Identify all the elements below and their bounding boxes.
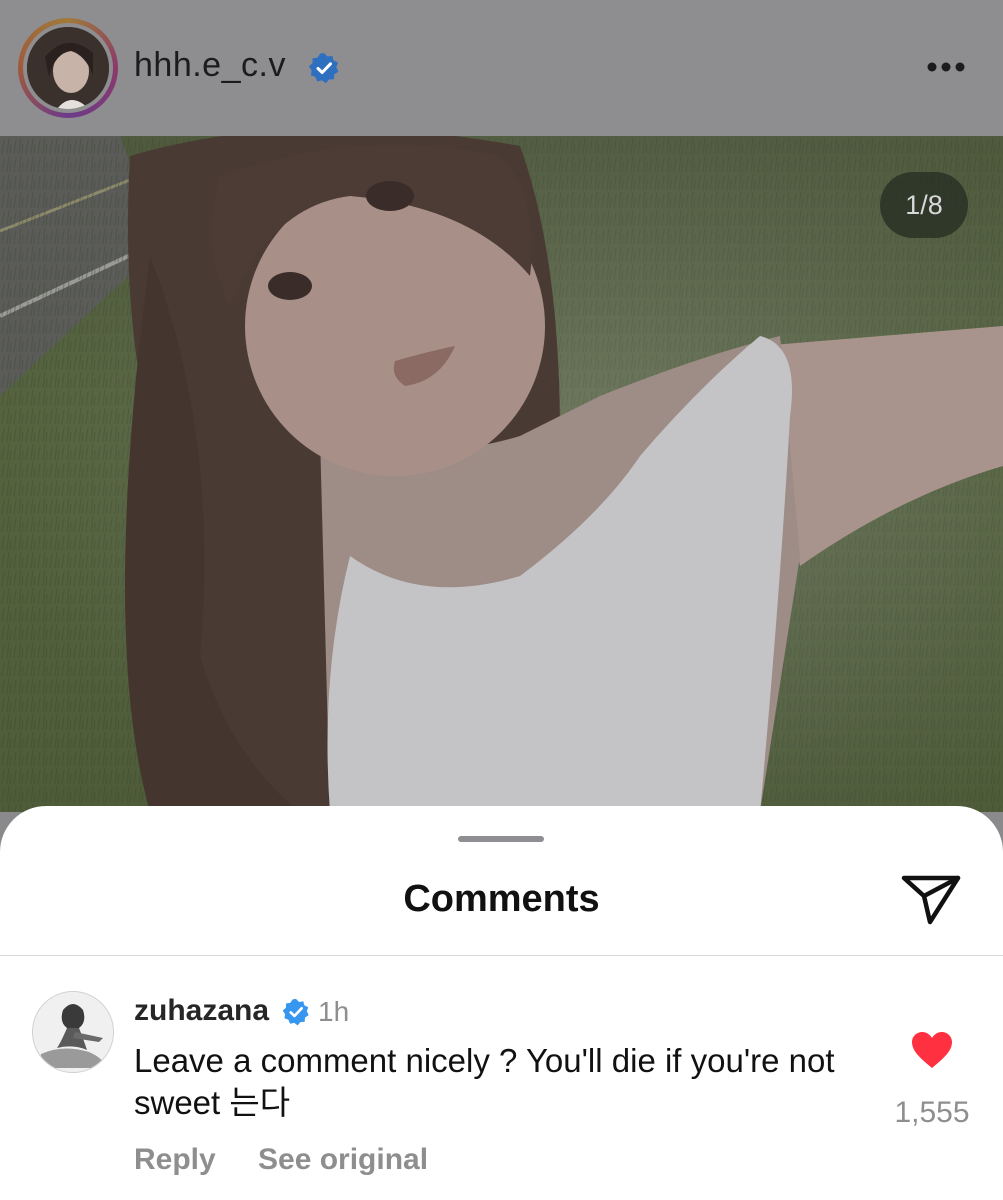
author-avatar-photo: [27, 27, 109, 109]
sheet-title: Comments: [403, 878, 600, 920]
reply-button[interactable]: Reply: [134, 1143, 216, 1177]
commenter-username[interactable]: zuhazana: [134, 994, 269, 1028]
post-header: hhh.e_c.v: [0, 0, 1003, 136]
see-original-button[interactable]: See original: [258, 1143, 428, 1177]
instagram-post-screen: hhh.e_c.v 1/8 Comments zuhazana 1h Leave…: [0, 0, 1003, 1200]
verified-badge-icon: [308, 52, 340, 84]
like-count: 1,555: [894, 1096, 970, 1129]
more-horizontal-icon[interactable]: [924, 54, 968, 80]
sheet-grabber-handle[interactable]: [458, 836, 544, 842]
author-username[interactable]: hhh.e_c.v: [134, 46, 286, 85]
comment-timestamp: 1h: [318, 996, 350, 1027]
author-avatar[interactable]: [18, 18, 118, 118]
comment-text: Leave a comment nicely ? You'll die if y…: [134, 1042, 835, 1121]
verified-badge-icon: [282, 998, 310, 1026]
commenter-avatar[interactable]: [32, 991, 114, 1073]
heart-filled-icon[interactable]: [910, 1030, 954, 1070]
post-photo[interactable]: [0, 136, 1003, 812]
sheet-divider: [0, 955, 1003, 956]
page-counter: 1/8: [880, 172, 968, 238]
paper-plane-icon[interactable]: [900, 872, 962, 926]
